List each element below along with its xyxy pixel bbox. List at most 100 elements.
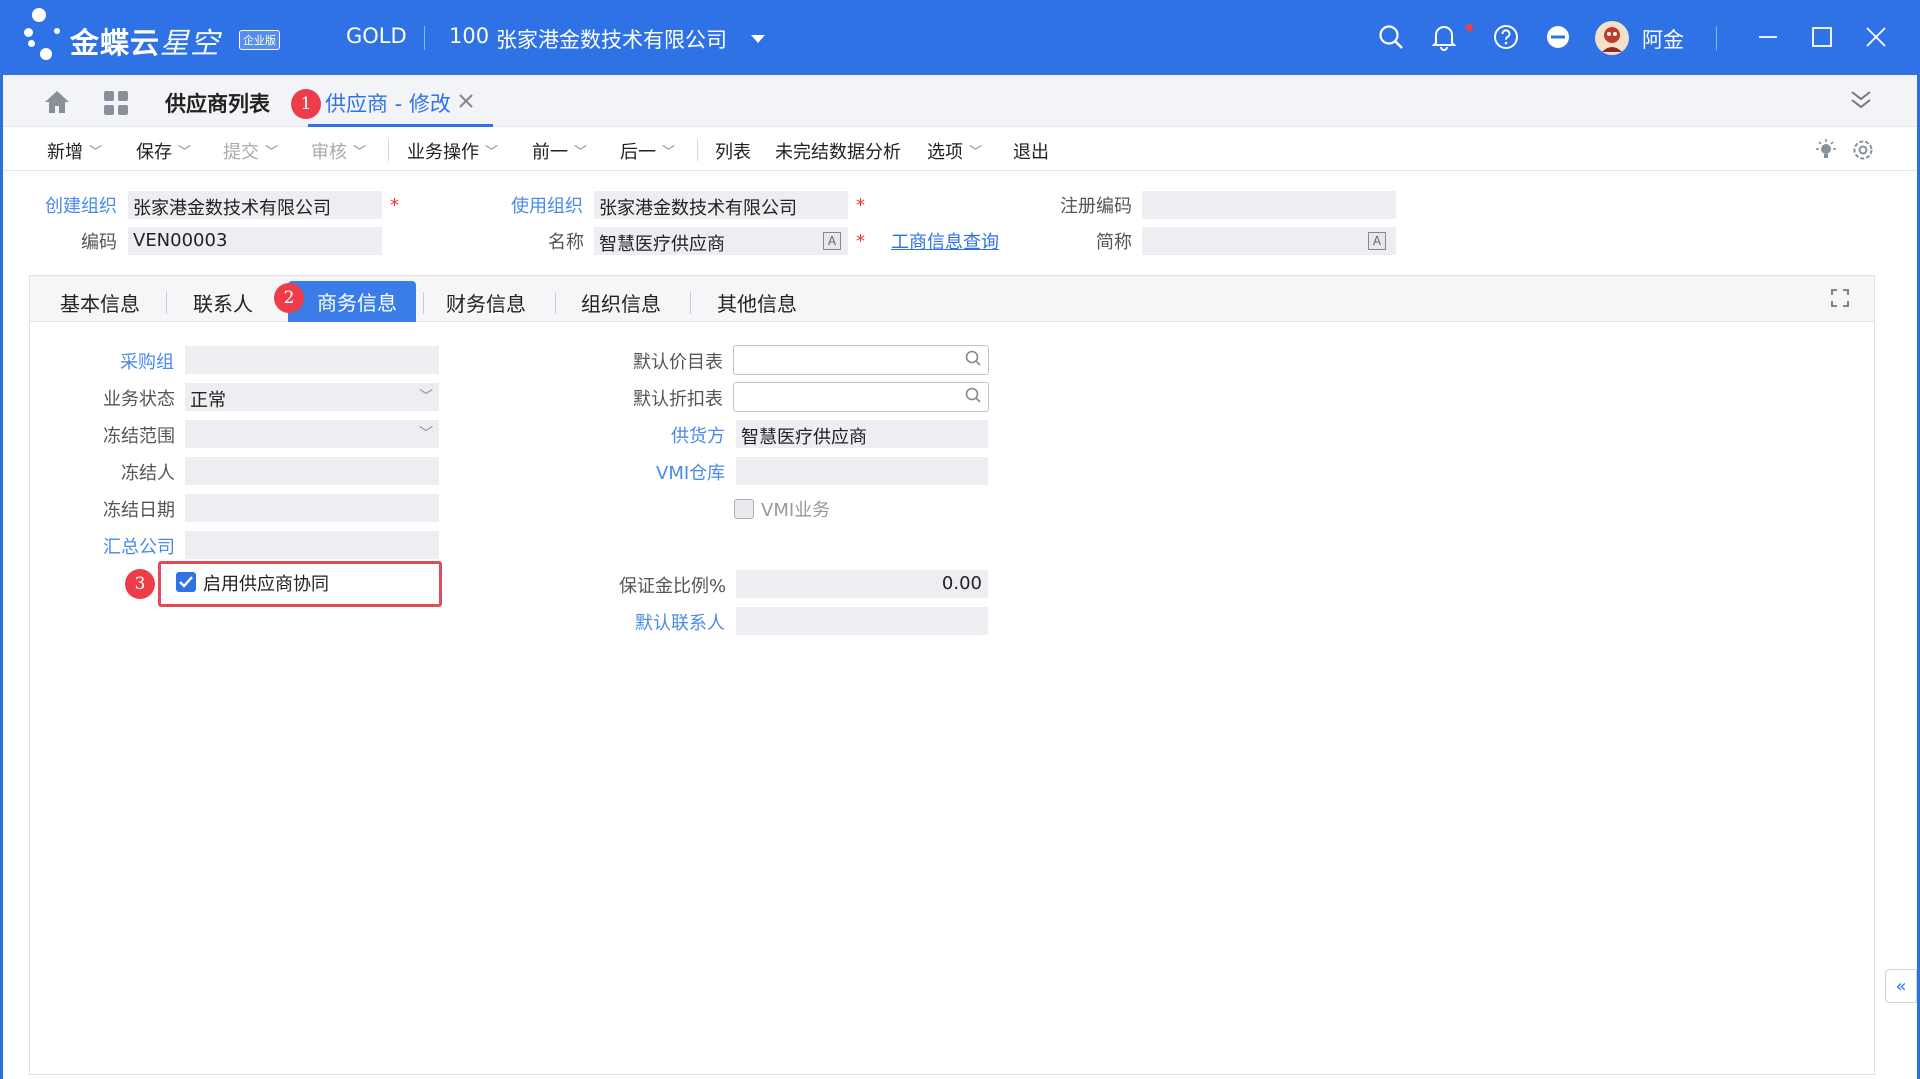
search-icon[interactable] <box>1376 22 1406 52</box>
reg-code-field[interactable] <box>1142 191 1396 219</box>
default-contact-field[interactable] <box>736 607 988 635</box>
fullscreen-icon[interactable] <box>1830 288 1850 313</box>
default-discount-input[interactable] <box>733 382 989 412</box>
tab-basic-info[interactable]: 基本信息 <box>60 288 140 317</box>
step-badge-3: 3 <box>125 569 155 599</box>
use-org-label: 使用组织 <box>511 196 583 217</box>
supplier-party-field[interactable]: 智慧医疗供应商 <box>736 420 988 448</box>
tab-other-info[interactable]: 其他信息 <box>717 288 797 317</box>
help-icon[interactable] <box>1491 22 1521 52</box>
tab-business-info[interactable]: 商务信息 <box>288 281 416 322</box>
biz-info-query-link[interactable]: 工商信息查询 <box>891 228 999 254</box>
org-code[interactable]: 100 <box>449 24 489 48</box>
double-chevron-left-icon[interactable]: « <box>1885 969 1917 1003</box>
chevron-down-icon: ﹀ <box>353 145 367 160</box>
required-mark: * <box>856 231 865 252</box>
summary-company-field[interactable] <box>185 531 439 559</box>
tab-finance-info[interactable]: 财务信息 <box>446 288 526 317</box>
list-button[interactable]: 列表 <box>715 138 751 164</box>
home-icon[interactable] <box>43 89 71 120</box>
chevron-down-icon: ﹀ <box>662 145 676 160</box>
deposit-ratio-label: 保证金比例% <box>619 576 727 597</box>
freeze-date-field[interactable] <box>185 494 439 522</box>
page-tab-bar: 供应商列表 1 供应商 - 修改 <box>3 75 1917 127</box>
tab-close-icon[interactable] <box>458 93 474 114</box>
name-field[interactable]: 智慧医疗供应商 <box>594 227 848 255</box>
tab-supplier-edit[interactable]: 供应商 - 修改 <box>325 88 451 118</box>
freezer-field[interactable] <box>185 457 439 485</box>
edition-badge: 企业版 <box>239 30 280 50</box>
step-badge-1: 1 <box>291 89 321 119</box>
step-badge-2: 2 <box>274 283 304 313</box>
search-icon <box>964 386 982 409</box>
gear-icon[interactable] <box>1851 138 1875 167</box>
tab-contacts[interactable]: 联系人 <box>193 288 253 317</box>
enable-collab-checkbox[interactable] <box>176 572 196 592</box>
divider <box>423 292 424 314</box>
enable-collab-label[interactable]: 启用供应商协同 <box>203 570 329 596</box>
required-mark: * <box>856 195 865 216</box>
audit-button[interactable]: 审核 ﹀ <box>311 138 366 164</box>
purchase-group-field[interactable] <box>185 346 439 374</box>
divider <box>690 292 691 314</box>
chevron-down-icon: ﹀ <box>419 426 433 442</box>
reg-code-label: 注册编码 <box>1060 196 1132 217</box>
default-price-list-input[interactable] <box>733 345 989 375</box>
code-label: 编码 <box>81 232 117 253</box>
purchase-group-label: 采购组 <box>120 352 174 373</box>
vmi-warehouse-label: VMI仓库 <box>656 463 726 484</box>
org-dropdown-icon[interactable] <box>743 24 773 54</box>
prev-button[interactable]: 前一 ﹀ <box>532 138 587 164</box>
freezer-label: 冻结人 <box>121 463 175 484</box>
divider <box>166 292 167 314</box>
deposit-ratio-field[interactable]: 0.00 <box>736 570 988 598</box>
analysis-button[interactable]: 未完结数据分析 <box>775 138 901 164</box>
divider <box>424 26 425 50</box>
collapse-icon[interactable] <box>1850 89 1872 116</box>
notification-dot <box>1466 24 1473 31</box>
freeze-scope-label: 冻结范围 <box>103 426 175 447</box>
new-button[interactable]: 新增 ﹀ <box>47 138 102 164</box>
save-button[interactable]: 保存 ﹀ <box>136 138 191 164</box>
maximize-icon[interactable] <box>1807 22 1837 52</box>
short-name-field[interactable] <box>1142 227 1396 255</box>
check-icon <box>179 576 193 588</box>
use-org-field[interactable]: 张家港金数技术有限公司 <box>594 191 848 219</box>
chevron-down-icon: ﹀ <box>574 145 588 160</box>
default-discount-label: 默认折扣表 <box>633 389 723 410</box>
multilang-icon[interactable]: A <box>823 232 841 250</box>
bulb-icon[interactable] <box>1815 139 1837 166</box>
create-org-field[interactable]: 张家港金数技术有限公司 <box>128 191 382 219</box>
tab-supplier-list[interactable]: 供应商列表 <box>165 88 270 118</box>
supplier-party-label: 供货方 <box>671 426 725 447</box>
bell-icon[interactable] <box>1429 22 1459 52</box>
chevron-down-icon: ﹀ <box>89 145 103 160</box>
org-name[interactable]: 张家港金数技术有限公司 <box>496 24 727 54</box>
avatar[interactable] <box>1594 20 1630 56</box>
divider <box>1716 26 1717 50</box>
minus-circle-icon[interactable] <box>1543 22 1573 52</box>
next-button[interactable]: 后一 ﹀ <box>620 138 675 164</box>
user-name[interactable]: 阿金 <box>1642 24 1684 54</box>
options-button[interactable]: 选项 ﹀ <box>927 138 982 164</box>
vmi-warehouse-field[interactable] <box>736 457 988 485</box>
minimize-icon[interactable] <box>1753 22 1783 52</box>
toolbar: 新增 ﹀ 保存 ﹀ 提交 ﹀ 审核 ﹀ 业务操作 ﹀ 前一 ﹀ 后一 ﹀ 列表 未完结数据分析… <box>3 127 1917 171</box>
main-window: 供应商列表 1 供应商 - 修改 新增 ﹀ 保存 ﹀ 提交 ﹀ 审核 ﹀ 业务操作 ﹀ 前… <box>3 75 1917 1079</box>
short-name-label: 简称 <box>1096 232 1132 253</box>
close-icon[interactable] <box>1861 22 1891 52</box>
business-ops-button[interactable]: 业务操作 ﹀ <box>407 138 498 164</box>
chevron-down-icon: ﹀ <box>969 145 983 160</box>
multilang-icon[interactable]: A <box>1368 232 1386 250</box>
tab-org-info[interactable]: 组织信息 <box>581 288 661 317</box>
exit-button[interactable]: 退出 <box>1013 138 1049 164</box>
vmi-business-checkbox[interactable] <box>734 499 754 519</box>
code-field[interactable]: VEN00003 <box>128 227 382 255</box>
top-bar: 金蝶云星空 企业版 GOLD 100 张家港金数技术有限公司 阿金 <box>0 0 1920 75</box>
vmi-business-label[interactable]: VMI业务 <box>761 496 830 522</box>
biz-status-select[interactable]: 正常 ﹀ <box>185 383 439 411</box>
freeze-scope-select[interactable]: ﹀ <box>185 420 439 448</box>
data-center-name[interactable]: GOLD <box>346 24 407 48</box>
apps-icon[interactable] <box>103 90 129 121</box>
submit-button[interactable]: 提交 ﹀ <box>223 138 278 164</box>
